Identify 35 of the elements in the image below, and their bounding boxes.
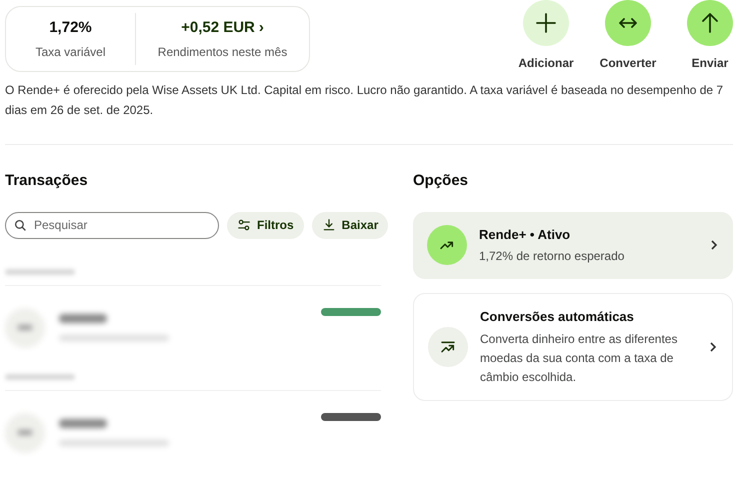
option-card[interactable]: Rende+ • Ativo 1,72% de retorno esperado [413,212,733,279]
search-field[interactable]: Pesquisar [5,212,219,238]
action-label: Converter [600,55,656,72]
disclaimer-text: O Rende+ é oferecido pela Wise Assets UK Ltd. Capital em risco. Lucro não garantido. A taxa variável é baseada no desempenho de 7 dias em 26 de set. de 2025. [5,82,724,119]
sliders-icon [237,218,251,232]
option-subtitle: 1,72% de retorno esperado [479,248,626,265]
earnings-link[interactable]: +0,52 EUR › [181,16,264,40]
trend-up-icon [440,338,456,355]
blurred-title [59,314,107,323]
toolbar-button[interactable]: Baixar [312,212,388,238]
toolbar-button[interactable]: Filtros [227,212,304,238]
action-button[interactable] [523,0,569,46]
plus-icon [534,11,558,35]
section-title: Transações [5,171,89,191]
action-button[interactable] [687,0,733,46]
earnings-label: Rendimentos neste mês [158,44,288,62]
earnings-value: +0,52 EUR [181,18,255,38]
chevron-icon: › [258,16,264,40]
download-icon [322,218,336,232]
blurred-group-heading [5,374,75,380]
chevron-icon [708,340,718,353]
option-title: Conversões automáticas [480,308,635,326]
option-card[interactable]: Conversões automáticas Converta dinheiro entre as diferentes moedas da sua conta com a taxa de câmbio escolhida. [413,293,733,400]
action-label: Enviar [692,55,728,72]
search-icon [14,218,27,232]
option-subtitle: Converta dinheiro entre as diferentes moedas da sua conta com a taxa de câmbio escolhida. [480,330,678,386]
chevron-icon [709,239,719,252]
blurred-title [59,419,107,428]
rate-label: Taxa variável [35,44,106,62]
section-title: Opções [413,171,470,191]
action-button[interactable] [605,0,651,46]
action-label: Adicionar [518,55,574,72]
rate-value: 1,72% [49,18,92,38]
option-title: Rende+ • Ativo [479,226,572,244]
blurred-group-heading [5,268,75,274]
